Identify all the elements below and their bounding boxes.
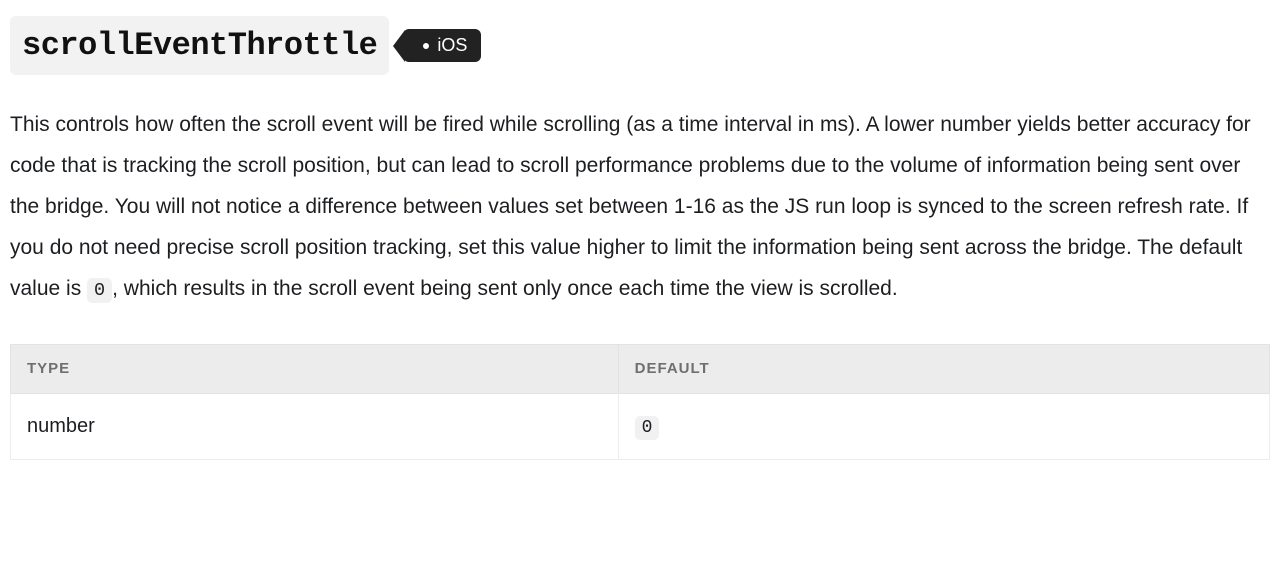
table-header-type: TYPE [11, 344, 619, 393]
prop-name-code: scrollEventThrottle [10, 16, 389, 75]
table-cell-default: 0 [618, 393, 1269, 459]
table-header-row: TYPE DEFAULT [11, 344, 1270, 393]
table-row: number 0 [11, 393, 1270, 459]
default-value-inline-code: 0 [87, 278, 112, 303]
badge-dot-icon [423, 43, 429, 49]
prop-header: scrollEventThrottle iOS [10, 16, 1270, 75]
prop-description: This controls how often the scroll event… [10, 105, 1270, 310]
description-text-before: This controls how often the scroll event… [10, 113, 1251, 300]
description-text-after: , which results in the scroll event bein… [112, 277, 898, 300]
prop-type-table: TYPE DEFAULT number 0 [10, 344, 1270, 460]
default-value-code: 0 [635, 416, 660, 440]
table-header-default: DEFAULT [618, 344, 1269, 393]
platform-badge: iOS [403, 29, 481, 62]
platform-label: iOS [437, 31, 467, 60]
table-cell-type: number [11, 393, 619, 459]
